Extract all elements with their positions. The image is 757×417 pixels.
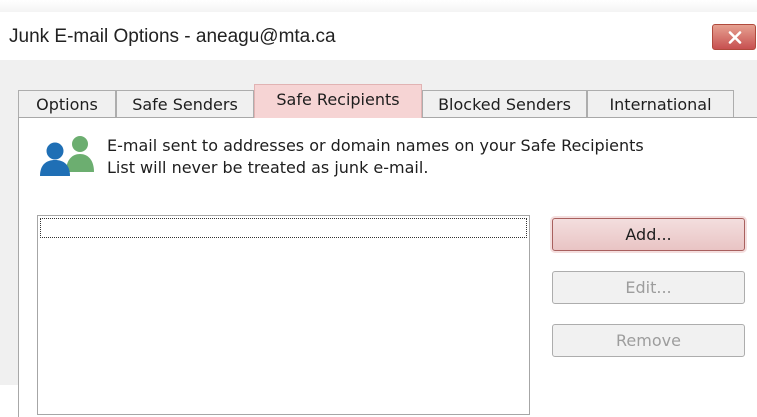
tab-blocked-senders[interactable]: Blocked Senders — [422, 90, 587, 118]
tab-options[interactable]: Options — [18, 90, 116, 118]
info-line-1: E-mail sent to addresses or domain names… — [107, 136, 644, 155]
tab-international[interactable]: International — [587, 90, 734, 118]
info-text: E-mail sent to addresses or domain names… — [107, 135, 747, 179]
close-button[interactable] — [712, 24, 756, 50]
safe-recipients-list[interactable] — [37, 215, 530, 415]
edit-button[interactable]: Edit... — [552, 271, 745, 304]
tab-safe-senders[interactable]: Safe Senders — [116, 90, 254, 118]
safe-recipients-panel: E-mail sent to addresses or domain names… — [18, 117, 757, 417]
info-line-2: List will never be treated as junk e-mai… — [107, 158, 429, 177]
tab-strip: Options Safe Senders Safe Recipients Blo… — [0, 60, 757, 118]
close-icon — [728, 31, 742, 44]
tab-safe-recipients[interactable]: Safe Recipients — [254, 84, 422, 118]
add-button[interactable]: Add... — [552, 218, 745, 251]
window-title: Junk E-mail Options - aneagu@mta.ca — [9, 26, 336, 47]
title-bar: Junk E-mail Options - aneagu@mta.ca — [0, 12, 757, 60]
list-focus-rectangle — [40, 218, 527, 238]
junk-email-options-dialog: Junk E-mail Options - aneagu@mta.ca Opti… — [0, 12, 757, 417]
window-shadow — [0, 0, 757, 12]
remove-button[interactable]: Remove — [552, 324, 745, 357]
people-icon — [40, 136, 94, 176]
